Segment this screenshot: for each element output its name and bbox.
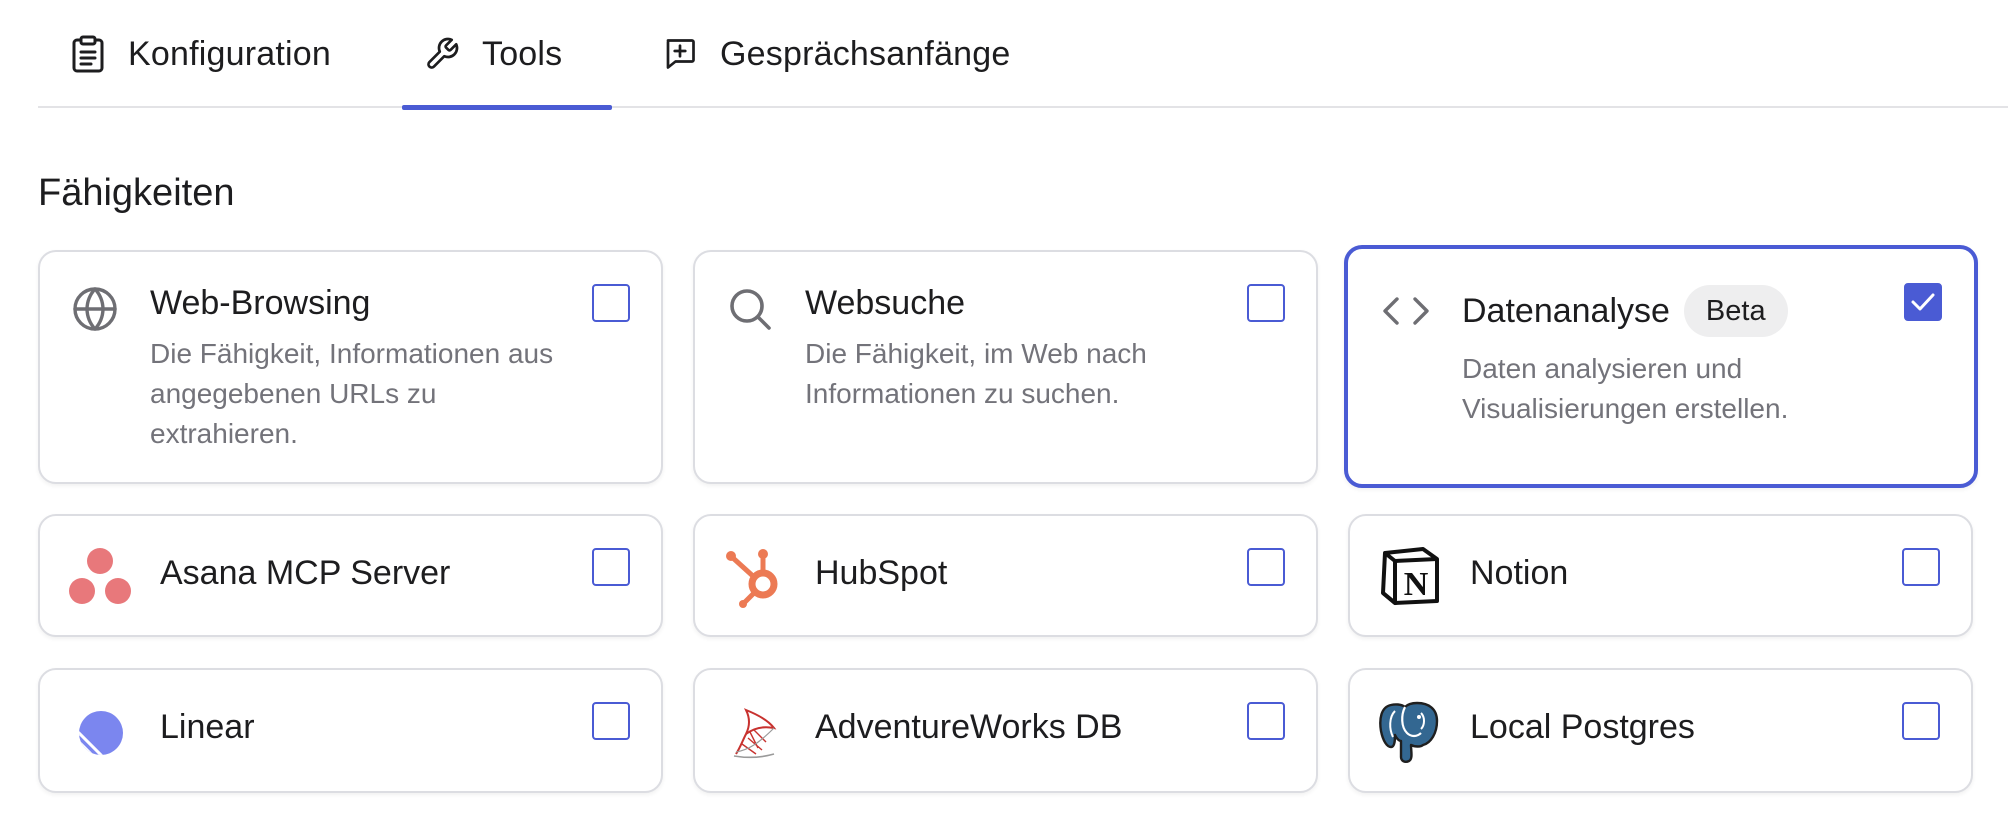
integration-title: Asana MCP Server xyxy=(160,554,451,592)
tab-tools[interactable]: Tools xyxy=(402,0,612,110)
tab-konfiguration-label: Konfiguration xyxy=(128,34,331,73)
capability-description: Daten analysieren und Visualisierungen e… xyxy=(1462,353,1789,424)
notion-checkbox[interactable] xyxy=(1902,548,1940,586)
hubspot-logo-icon xyxy=(723,544,787,608)
tab-gespraechsanfaenge-label: Gesprächsanfänge xyxy=(720,34,1011,73)
code-icon xyxy=(1380,285,1432,337)
integration-card-notion[interactable]: N Notion xyxy=(1348,514,1973,637)
asana-checkbox[interactable] xyxy=(592,548,630,586)
tab-konfiguration[interactable]: Konfiguration xyxy=(70,0,331,108)
asana-logo-icon xyxy=(68,546,132,606)
websuche-checkbox[interactable] xyxy=(1247,284,1285,322)
notion-logo-icon: N xyxy=(1378,544,1442,608)
tab-gespraechsanfaenge[interactable]: Gesprächsanfänge xyxy=(662,0,1011,108)
capability-description: Die Fähigkeit, im Web nach Informationen… xyxy=(805,338,1147,409)
tab-tools-label: Tools xyxy=(482,34,563,73)
integration-title: HubSpot xyxy=(815,554,948,592)
integration-title: Local Postgres xyxy=(1470,708,1695,746)
integration-title: AdventureWorks DB xyxy=(815,708,1123,746)
wrench-icon xyxy=(424,36,460,72)
adventureworks-checkbox[interactable] xyxy=(1247,702,1285,740)
integration-card-asana[interactable]: Asana MCP Server xyxy=(38,514,663,637)
capability-card-datenanalyse[interactable]: Datenanalyse Beta Daten analysieren und … xyxy=(1344,245,1978,488)
integration-card-hubspot[interactable]: HubSpot xyxy=(693,514,1318,637)
section-title: Fähigkeiten xyxy=(38,172,235,214)
chat-plus-icon xyxy=(662,36,698,72)
sql-server-logo-icon xyxy=(725,702,783,762)
clipboard-icon xyxy=(70,35,106,73)
integration-title: Notion xyxy=(1470,554,1569,592)
integration-card-linear[interactable]: Linear xyxy=(38,668,663,793)
local-postgres-checkbox[interactable] xyxy=(1902,702,1940,740)
beta-badge: Beta xyxy=(1683,285,1788,337)
active-tab-indicator xyxy=(402,105,612,110)
postgres-elephant-icon xyxy=(1376,698,1442,766)
web-browsing-checkbox[interactable] xyxy=(592,284,630,322)
linear-checkbox[interactable] xyxy=(592,702,630,740)
svg-text:N: N xyxy=(1404,566,1429,603)
capability-title-row: Datenanalyse Beta xyxy=(1462,283,1788,339)
capability-card-web-browsing[interactable]: Web-Browsing Die Fähigkeit, Informatione… xyxy=(38,250,663,484)
capability-title: Datenanalyse xyxy=(1462,291,1670,330)
hubspot-checkbox[interactable] xyxy=(1247,548,1285,586)
capability-card-websuche[interactable]: Websuche Die Fähigkeit, im Web nach Info… xyxy=(693,250,1318,484)
integration-card-local-postgres[interactable]: Local Postgres xyxy=(1348,668,1973,793)
tab-bar: Konfiguration Tools Gesprächsanfänge xyxy=(38,0,2008,110)
search-icon xyxy=(725,284,775,334)
integration-title: Linear xyxy=(160,708,255,746)
capability-description: Die Fähigkeit, Informationen aus angegeb… xyxy=(150,338,554,449)
globe-icon xyxy=(70,284,120,334)
capability-title: Web-Browsing xyxy=(150,284,371,322)
linear-logo-icon xyxy=(74,706,128,760)
datenanalyse-checkbox[interactable] xyxy=(1904,283,1942,321)
integration-card-adventureworks[interactable]: AdventureWorks DB xyxy=(693,668,1318,793)
capability-title: Websuche xyxy=(805,284,966,322)
checkmark-icon xyxy=(1911,293,1935,311)
